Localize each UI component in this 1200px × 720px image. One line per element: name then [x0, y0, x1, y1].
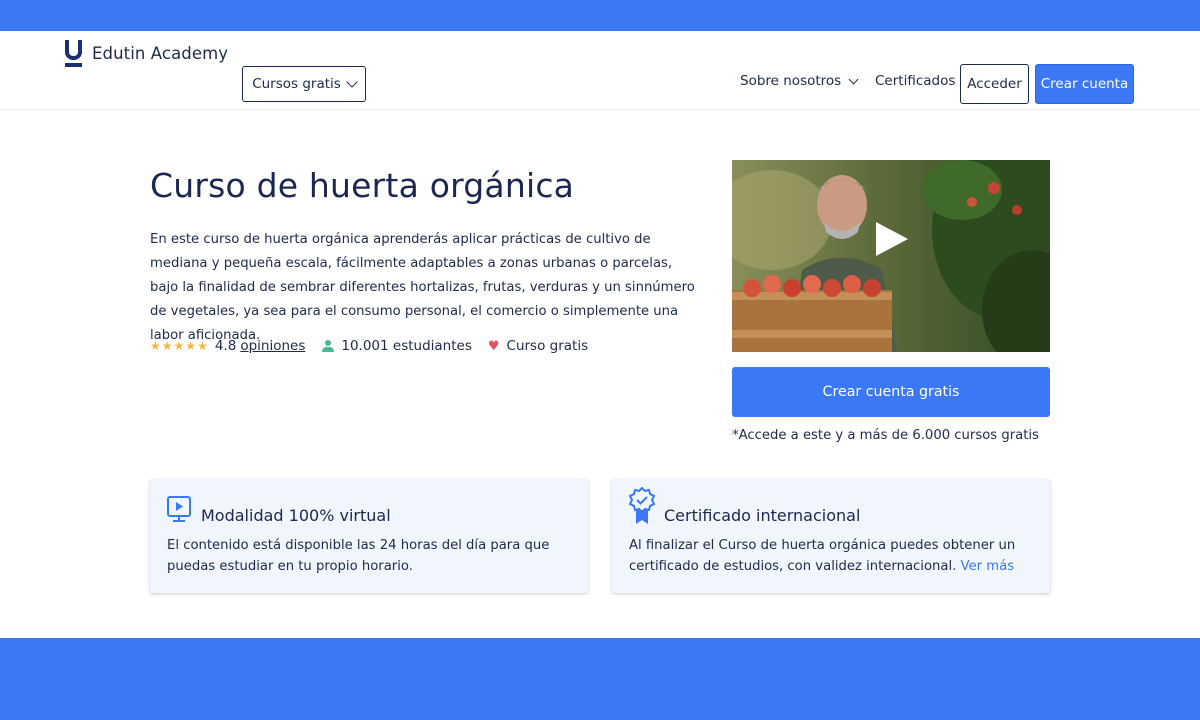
chevron-down-icon	[346, 75, 358, 88]
feature-card-text: El contenido está disponible las 24 hora…	[167, 538, 550, 574]
rating-stars: ★ ★ ★ ★ ★	[150, 340, 208, 352]
feature-card-certificate: Certificado internacional Al finalizar e…	[612, 479, 1050, 593]
create-free-account-button[interactable]: Crear cuenta gratis	[732, 367, 1050, 417]
heart-icon: ♥	[487, 338, 500, 354]
feature-card-text-body: Al finalizar el Curso de huerta orgánica…	[629, 538, 1016, 574]
login-button-label: Acceder	[967, 76, 1022, 92]
feature-card-title: Certificado internacional	[664, 506, 861, 525]
login-button[interactable]: Acceder	[960, 64, 1029, 104]
top-banner	[0, 0, 1200, 31]
logo[interactable]: Edutin Academy	[65, 40, 228, 67]
logo-mark-icon	[65, 40, 82, 67]
logo-text: Edutin Academy	[92, 44, 229, 63]
certificate-badge-icon	[628, 487, 656, 524]
nav-certificates-link[interactable]: Certificados	[875, 73, 955, 89]
star-icon: ★	[185, 339, 197, 353]
star-icon: ★	[197, 339, 208, 353]
course-meta: ★ ★ ★ ★ ★ 4.8 opiniones 10.001 estudiant…	[150, 338, 588, 354]
star-icon: ★	[161, 339, 173, 353]
chevron-down-icon	[848, 74, 859, 84]
nav-about-label: Sobre nosotros	[740, 73, 842, 89]
signup-button[interactable]: Crear cuenta	[1035, 64, 1134, 104]
star-icon: ★	[173, 339, 185, 353]
students-count: 10.001 estudiantes	[341, 338, 472, 354]
courses-dropdown-button[interactable]: Cursos gratis	[242, 66, 366, 102]
course-description: En este curso de huerta orgánica aprende…	[150, 232, 695, 343]
price-label: Curso gratis	[506, 338, 589, 354]
course-title: Curso de huerta orgánica	[150, 166, 575, 205]
play-icon[interactable]	[876, 222, 908, 256]
cta-note: *Accede a este y a más de 6.000 cursos g…	[732, 428, 1039, 443]
opinions-link[interactable]: opiniones	[240, 338, 305, 354]
course-video[interactable]	[732, 160, 1050, 352]
user-icon	[322, 340, 335, 352]
courses-dropdown-label: Cursos gratis	[252, 76, 341, 92]
monitor-play-icon	[167, 496, 191, 522]
see-more-link[interactable]: Ver más	[961, 559, 1015, 574]
bottom-banner	[0, 638, 1200, 720]
rating-value: 4.8	[214, 338, 237, 354]
feature-card-text: Al finalizar el Curso de huerta orgánica…	[629, 535, 1039, 577]
video-thumbnail	[732, 160, 1050, 352]
feature-card-title: Modalidad 100% virtual	[201, 506, 391, 525]
star-icon: ★	[150, 339, 161, 353]
feature-card-virtual: Modalidad 100% virtual El contenido está…	[150, 479, 588, 593]
nav-about-dropdown[interactable]: Sobre nosotros	[740, 73, 859, 89]
